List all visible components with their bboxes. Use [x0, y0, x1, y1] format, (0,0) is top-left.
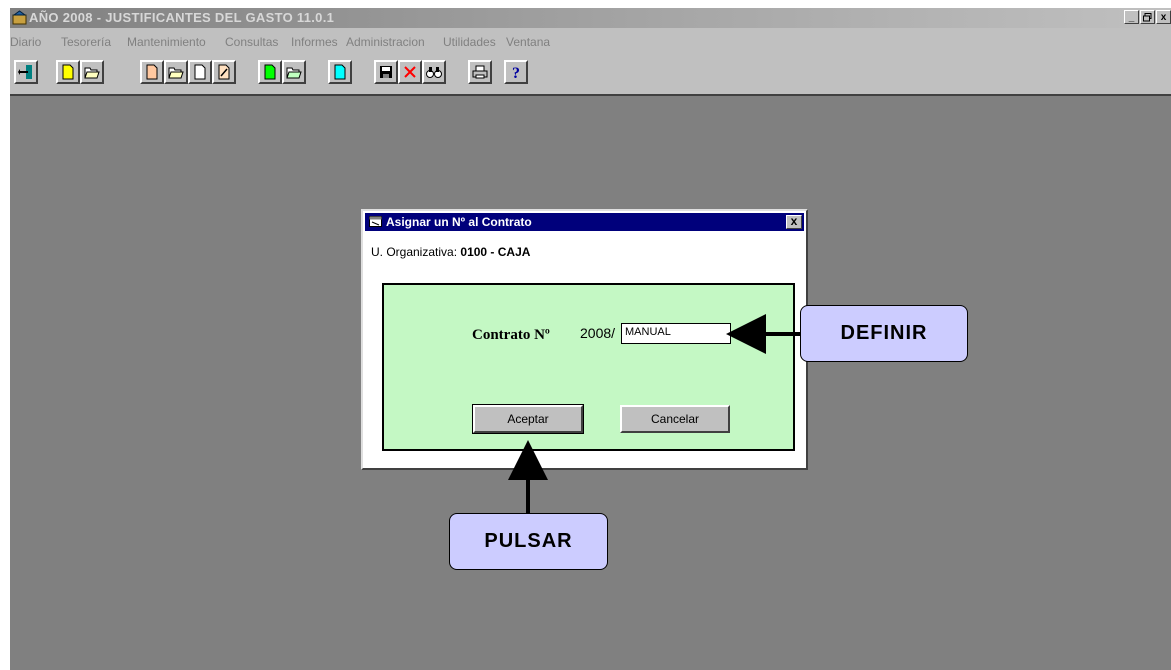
definir-callout: DEFINIR [800, 305, 968, 362]
pulsar-callout: PULSAR [449, 513, 608, 570]
